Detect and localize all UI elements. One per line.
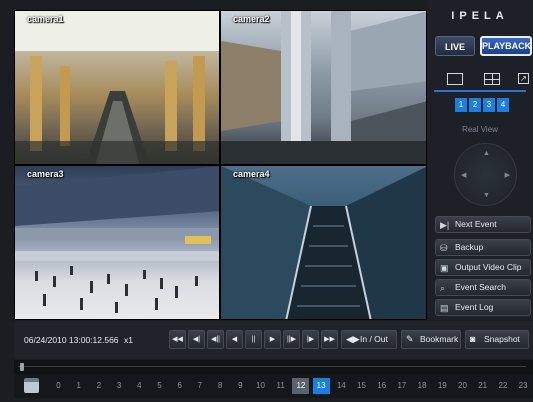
camera-view-1[interactable]: camera1: [14, 10, 220, 165]
playback-control-bar: 06/24/2010 13:00:12.566 x1 ◀◀ ◀| ◀|| ◀ |…: [14, 321, 533, 359]
side-panel: IPELA LIVE PLAYBACK ↗ 1 2 3 4 Real View …: [427, 0, 533, 320]
camera-label: camera2: [233, 14, 270, 24]
camera-label: camera3: [27, 169, 64, 179]
hour-14[interactable]: 14: [333, 378, 350, 394]
hour-4[interactable]: 4: [131, 378, 148, 394]
bookmark-button[interactable]: ✎ Bookmark: [401, 330, 461, 349]
hour-23[interactable]: 23: [515, 378, 532, 394]
playback-button[interactable]: PLAYBACK: [480, 36, 532, 56]
camera-grid: camera1 camera2 camera3 camera4: [14, 10, 427, 320]
output-video-clip-button[interactable]: ▣ Output Video Clip: [435, 259, 531, 276]
playback-speed: x1: [124, 335, 133, 345]
hour-12[interactable]: 12: [292, 378, 310, 394]
ptz-down-icon[interactable]: ▼: [483, 192, 490, 199]
timeline-track[interactable]: [14, 360, 533, 374]
hour-21[interactable]: 21: [474, 378, 491, 394]
frame-forward-button[interactable]: ||▶: [283, 330, 300, 349]
disk-icon: ⛁: [440, 243, 448, 253]
in-out-label: In / Out: [360, 334, 388, 344]
brand-logo: IPELA: [451, 10, 509, 22]
camera-view-4[interactable]: camera4: [220, 165, 427, 320]
camera-view-3[interactable]: camera3: [14, 165, 220, 320]
timeline-position-marker[interactable]: [20, 363, 24, 371]
camera-icon: ◙: [470, 334, 476, 344]
camera-label: camera1: [27, 14, 64, 24]
hour-3[interactable]: 3: [111, 378, 128, 394]
camera-select-3[interactable]: 3: [483, 98, 495, 112]
pause-button[interactable]: ||: [245, 330, 262, 349]
fast-forward-button[interactable]: ▶▶: [321, 330, 338, 349]
hour-15[interactable]: 15: [353, 378, 370, 394]
hour-18[interactable]: 18: [414, 378, 431, 394]
hour-11[interactable]: 11: [272, 378, 289, 394]
hour-10[interactable]: 10: [252, 378, 269, 394]
skip-back-button[interactable]: ◀|: [188, 330, 205, 349]
hour-22[interactable]: 22: [494, 378, 511, 394]
hour-5[interactable]: 5: [151, 378, 168, 394]
layout-divider: [434, 90, 526, 92]
in-out-icon: ◀▶: [346, 334, 360, 344]
skip-forward-button[interactable]: |▶: [302, 330, 319, 349]
skip-next-icon: ▶|: [440, 220, 450, 230]
play-button[interactable]: ▶: [264, 330, 281, 349]
bookmark-label: Bookmark: [420, 334, 459, 344]
frame-back-button[interactable]: ◀||: [207, 330, 224, 349]
popout-icon[interactable]: ↗: [518, 73, 529, 84]
camera4-scene: [221, 166, 426, 319]
reverse-play-button[interactable]: ◀: [226, 330, 243, 349]
camera2-scene: [221, 11, 426, 164]
snapshot-button[interactable]: ◙ Snapshot: [465, 330, 529, 349]
camera3-scene: [15, 166, 219, 313]
event-log-label: Event Log: [455, 302, 494, 312]
search-icon: ⌕: [440, 283, 446, 293]
backup-label: Backup: [455, 242, 484, 252]
in-out-button[interactable]: ◀▶ In / Out: [341, 330, 397, 349]
next-event-label: Next Event: [455, 219, 497, 229]
fast-rewind-button[interactable]: ◀◀: [169, 330, 186, 349]
film-icon: ▣: [440, 263, 449, 273]
hour-17[interactable]: 17: [393, 378, 410, 394]
hour-1[interactable]: 1: [70, 378, 87, 394]
quad-view-icon[interactable]: [484, 73, 500, 85]
live-button[interactable]: LIVE: [435, 36, 475, 56]
camera1-scene: [15, 11, 219, 164]
hour-9[interactable]: 9: [232, 378, 249, 394]
camera-view-2[interactable]: camera2: [220, 10, 427, 165]
event-search-button[interactable]: ⌕ Event Search: [435, 279, 531, 296]
event-search-label: Event Search: [455, 282, 507, 292]
hour-0[interactable]: 0: [50, 378, 67, 394]
hour-19[interactable]: 19: [434, 378, 451, 394]
camera-select-2[interactable]: 2: [469, 98, 481, 112]
camera-label: camera4: [233, 169, 270, 179]
log-icon: ▤: [440, 303, 449, 313]
hour-6[interactable]: 6: [171, 378, 188, 394]
snapshot-label: Snapshot: [484, 334, 520, 344]
camera-select-1[interactable]: 1: [455, 98, 467, 112]
next-event-button[interactable]: ▶| Next Event: [435, 216, 531, 233]
real-view-label: Real View: [462, 125, 498, 134]
single-view-icon[interactable]: [447, 73, 463, 85]
ptz-right-icon[interactable]: ▶: [505, 171, 510, 179]
ptz-control[interactable]: ▲ ▼ ◀ ▶: [454, 143, 517, 206]
hour-20[interactable]: 20: [454, 378, 471, 394]
hour-8[interactable]: 8: [212, 378, 229, 394]
hour-2[interactable]: 2: [90, 378, 107, 394]
hour-selector: 0 1 2 3 4 5 6 7 8 9 10 11 12 13 14 15 16 17 18 19 20 21 22 23: [14, 374, 533, 398]
hour-13[interactable]: 13: [312, 378, 330, 394]
calendar-icon[interactable]: [24, 378, 39, 393]
hour-16[interactable]: 16: [373, 378, 390, 394]
output-video-clip-label: Output Video Clip: [455, 262, 522, 272]
backup-button[interactable]: ⛁ Backup: [435, 239, 531, 256]
pen-icon: ✎: [406, 334, 414, 344]
camera-select-4[interactable]: 4: [497, 98, 509, 112]
hour-7[interactable]: 7: [191, 378, 208, 394]
event-log-button[interactable]: ▤ Event Log: [435, 299, 531, 316]
ptz-left-icon[interactable]: ◀: [461, 171, 466, 179]
timeline-line: [18, 366, 526, 367]
playback-timestamp: 06/24/2010 13:00:12.566: [24, 335, 119, 345]
ptz-up-icon[interactable]: ▲: [483, 150, 490, 157]
